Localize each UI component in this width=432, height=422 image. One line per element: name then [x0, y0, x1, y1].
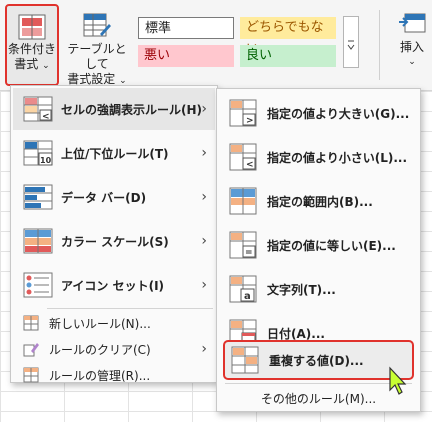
submenu-item-label: 指定の値より小さい(L)...: [267, 150, 408, 165]
more-dropdown-icon: [347, 40, 355, 50]
greater-than-icon: >: [229, 99, 257, 127]
style-bad[interactable]: 悪い: [138, 45, 234, 67]
chevron-right-icon: ›: [201, 145, 207, 161]
manage-rules-icon: [23, 367, 39, 383]
menu-item-label: セルの強調表示ルール(H): [61, 102, 203, 117]
menu-item-label: カラー スケール(S): [61, 234, 169, 249]
style-good[interactable]: 良い: [240, 45, 336, 67]
highlight-cells-submenu: > 指定の値より大きい(G)... < 指定の値より小さい(L)... 指定の範…: [216, 88, 421, 412]
format-as-table-icon: [83, 13, 111, 37]
menu-item-label: アイコン セット(I): [61, 278, 165, 293]
menu-item-label: ルールのクリア(C): [49, 342, 151, 357]
chevron-right-icon: ›: [201, 233, 207, 249]
menu-separator: [47, 308, 213, 309]
svg-text:10: 10: [40, 156, 52, 165]
menu-item-icon-sets[interactable]: アイコン セット(I) ›: [13, 264, 215, 306]
submenu-item-duplicate-values[interactable]: 重複する値(D)...: [223, 340, 414, 380]
svg-text:<: <: [246, 160, 254, 170]
conditional-formatting-menu: < セルの強調表示ルール(H) › 10 上位/下位ルール(T) › データ バ…: [10, 85, 218, 383]
chevron-down-icon: ⌄: [408, 57, 416, 67]
style-standard[interactable]: 標準: [138, 17, 234, 39]
format-as-table-label-1: テーブルとして: [67, 42, 127, 71]
svg-text:a: a: [244, 291, 251, 302]
submenu-item-label: 指定の値より大きい(G)...: [267, 106, 410, 121]
style-neutral[interactable]: どちらでもない: [240, 17, 336, 57]
chevron-right-icon: ›: [201, 101, 207, 117]
menu-item-color-scales[interactable]: カラー スケール(S) ›: [13, 220, 215, 262]
top-bottom-icon: 10: [23, 140, 53, 166]
new-rule-icon: [23, 315, 39, 331]
submenu-item-label: 指定の範囲内(B)...: [267, 194, 373, 209]
ribbon: 条件付き 書式 ⌄ テーブルとして 書式設定 ⌄ 標準 どちらでもない 悪い 良…: [0, 0, 432, 91]
icon-sets-icon: [23, 272, 53, 298]
insert-label: 挿入: [399, 40, 424, 54]
submenu-item-label: 文字列(T)...: [267, 282, 336, 297]
svg-text:=: =: [245, 248, 253, 258]
svg-text:<: <: [42, 112, 50, 122]
chevron-right-icon: ›: [201, 189, 207, 205]
text-contains-icon: a: [229, 275, 257, 303]
conditional-formatting-label-1: 条件付き: [7, 42, 56, 56]
submenu-item-label: 指定の値に等しい(E)...: [267, 238, 396, 253]
submenu-item-text-contains[interactable]: a 文字列(T)...: [223, 269, 414, 309]
menu-item-manage-rules[interactable]: ルールの管理(R)...: [13, 362, 215, 388]
clear-rules-icon: [23, 343, 39, 357]
styles-more-button[interactable]: [343, 16, 359, 68]
highlight-cells-icon: <: [23, 96, 53, 122]
mouse-cursor-icon: [389, 366, 407, 395]
conditional-formatting-icon: [18, 14, 46, 40]
submenu-item-between[interactable]: 指定の範囲内(B)...: [223, 181, 414, 221]
equal-to-icon: =: [229, 231, 257, 259]
submenu-item-label: 日付(A)...: [267, 326, 325, 341]
menu-item-label: ルールの管理(R)...: [49, 368, 151, 383]
ribbon-divider: [379, 10, 380, 80]
menu-item-label: 上位/下位ルール(T): [61, 146, 169, 161]
menu-item-top-bottom-rules[interactable]: 10 上位/下位ルール(T) ›: [13, 132, 215, 174]
menu-item-clear-rules[interactable]: ルールのクリア(C) ›: [13, 336, 215, 362]
submenu-item-equal-to[interactable]: = 指定の値に等しい(E)...: [223, 225, 414, 265]
submenu-separator: [225, 383, 412, 384]
submenu-item-greater-than[interactable]: > 指定の値より大きい(G)...: [223, 93, 414, 133]
color-scales-icon: [23, 228, 53, 254]
conditional-formatting-button[interactable]: 条件付き 書式 ⌄: [5, 4, 59, 86]
menu-item-new-rule[interactable]: 新しいルール(N)...: [13, 310, 215, 336]
menu-item-label: データ バー(D): [61, 190, 147, 205]
data-bars-icon: [23, 184, 53, 210]
insert-cells-icon: [399, 13, 426, 33]
format-as-table-label-2: 書式設定: [67, 72, 116, 86]
insert-button[interactable]: 挿入 ⌄: [392, 10, 432, 84]
format-as-table-button[interactable]: テーブルとして 書式設定 ⌄: [62, 6, 132, 86]
between-icon: [229, 187, 257, 215]
svg-text:>: >: [246, 116, 254, 126]
submenu-item-label: 重複する値(D)...: [269, 353, 364, 368]
submenu-item-less-than[interactable]: < 指定の値より小さい(L)...: [223, 137, 414, 177]
less-than-icon: <: [229, 143, 257, 171]
conditional-formatting-label-2: 書式: [14, 57, 39, 71]
chevron-down-icon: ⌄: [42, 61, 50, 71]
duplicate-values-icon: [231, 346, 259, 374]
menu-item-data-bars[interactable]: データ バー(D) ›: [13, 176, 215, 218]
chevron-right-icon: ›: [201, 341, 207, 357]
menu-item-label: 新しいルール(N)...: [49, 316, 151, 331]
chevron-right-icon: ›: [201, 277, 207, 293]
menu-item-highlight-cells-rules[interactable]: < セルの強調表示ルール(H) ›: [13, 88, 215, 130]
